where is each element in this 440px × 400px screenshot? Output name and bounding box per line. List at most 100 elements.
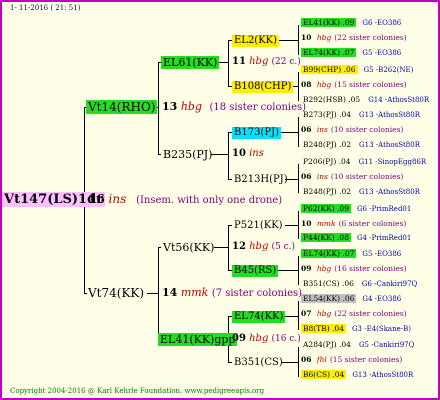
right-row-label[interactable]: B248(PJ) .02	[301, 187, 353, 196]
right-row-label[interactable]: EL74(KK) .07	[301, 249, 357, 258]
right-row-num: 06	[301, 125, 312, 134]
connector-g3-0-bracket	[228, 40, 229, 86]
g3-2-sis: (5 c.)	[271, 242, 296, 252]
right-row-sis: (16 sister colonies)	[334, 264, 407, 273]
queen-g4-2-label[interactable]: B173(PJ)	[232, 127, 281, 139]
print-date: 1- 11-2016 ( 21: 51)	[10, 4, 81, 12]
right-row-label[interactable]: EL41(KK) .09	[301, 18, 357, 27]
queen-g3-0-label[interactable]: EL61(KK)	[161, 56, 220, 69]
queen-g4-5-label[interactable]: B45(RS)	[232, 265, 279, 277]
right-row-ref: G4 -EO386	[362, 295, 402, 303]
root-yr: ins	[108, 192, 127, 206]
connector-g4-2-bracket	[298, 117, 299, 147]
right-row-label[interactable]: B292(HSB) .05	[301, 95, 362, 104]
queen-g4-6-label[interactable]: EL74(KK)	[232, 311, 286, 323]
queen-g3-3-label[interactable]: EL41(KK)gpp	[158, 333, 238, 346]
connector-g4-5-join	[277, 270, 298, 271]
right-row-num: 06	[301, 172, 312, 181]
right-row-yr: fhl	[314, 355, 327, 364]
sire-sis: (18 sister colonies)	[209, 102, 307, 113]
right-row-ref: G6 -Cankiri97Q	[361, 280, 418, 288]
right-row-22: 06 fhl (15 sister colonies)	[301, 356, 402, 364]
right-row-label[interactable]: B248(PJ) .02	[301, 140, 353, 149]
right-row-ref: G13 -AthosSt80R	[359, 111, 420, 119]
connector-g4-6-join	[285, 316, 298, 317]
queen-g3-2-label[interactable]: Vt56(KK)	[161, 241, 216, 254]
sire-yr: hbg	[180, 100, 202, 113]
queen-g4-7-label[interactable]: B351(CS)	[232, 357, 285, 369]
right-row-16: 09 hbg (16 sister colonies)	[301, 265, 407, 273]
queen-g3-1-label[interactable]: B235(PJ)	[161, 148, 214, 161]
right-row-yr: hbg	[314, 80, 332, 89]
right-row-label[interactable]: P62(KK) .09	[301, 204, 351, 213]
queen-g4-4-label[interactable]: P521(KK)	[232, 220, 285, 232]
right-row-ref: G13 -AthosSt80R	[359, 141, 420, 149]
right-row-ref: G6 -EO386	[362, 19, 402, 27]
g3-0-num: 11	[232, 56, 246, 67]
queen-g3-1-info: 10 ins	[232, 149, 264, 159]
right-row-sis: (22 sister colonies)	[334, 33, 407, 42]
right-row-num: 06	[301, 355, 312, 364]
right-row-label[interactable]: P206(PJ) .04	[301, 157, 353, 166]
right-row-label[interactable]: B273(PJ) .04	[301, 110, 353, 119]
right-row-label[interactable]: A284(PJ) .04	[301, 340, 353, 349]
connector-g4-1-bracket	[298, 72, 299, 101]
right-row-yr: ins	[314, 125, 328, 134]
connector-g4-3-bracket	[298, 164, 299, 193]
right-row-yr: mmk	[314, 219, 336, 228]
right-row-label[interactable]: B6(CS) .04	[301, 370, 347, 379]
right-row-label[interactable]: B8(TB) .04	[301, 324, 346, 333]
right-row-6: B273(PJ) .04 G13 -AthosSt80R	[301, 111, 420, 119]
right-row-ref: G13 -AthosSt80R	[352, 371, 414, 379]
right-row-sis: (10 sister colonies)	[330, 172, 404, 181]
right-row-label[interactable]: B99(CHP) .06	[301, 65, 358, 74]
right-row-15: EL74(KK) .07 G5 -EO386	[301, 249, 402, 258]
right-row-13: 10 mmk (6 sister colonies)	[301, 220, 406, 228]
connector-g4-5-bracket	[298, 256, 299, 285]
queen-dam-label[interactable]: Vt74(KK)	[86, 286, 146, 300]
right-row-label[interactable]: EL74(KK) .07	[301, 48, 357, 57]
g3-3-num: 09	[232, 333, 246, 344]
right-row-4: 08 hbg (15 sister colonies)	[301, 81, 407, 89]
queen-g4-0-label[interactable]: EL2(KK)	[232, 35, 280, 47]
g3-0-sis: (22 c.)	[271, 57, 301, 67]
right-row-sis: (6 sister colonies)	[338, 219, 407, 228]
g3-0-yr: hbg	[249, 56, 269, 67]
queen-sire-label[interactable]: Vt14(RHO)	[86, 100, 158, 114]
right-row-1: 10 hbg (22 sister colonies)	[301, 34, 407, 42]
right-row-8: B248(PJ) .02 G13 -AthosSt80R	[301, 141, 420, 149]
right-row-ref: G3 -E4(Skane-B)	[351, 325, 412, 333]
connector-dam-stub	[147, 293, 158, 294]
g3-2-num: 12	[232, 241, 246, 252]
queen-g4-3-label[interactable]: B213H(PJ)	[232, 174, 290, 186]
right-row-label[interactable]: B351(CS) .06	[301, 279, 356, 288]
right-row-sis: (10 sister colonies)	[330, 125, 404, 134]
right-row-14: P44(KK) .08 G4 -PrimRed01	[301, 233, 412, 242]
right-row-21: A284(PJ) .04 G5 -Cankiri97Q	[301, 341, 414, 349]
g3-2-yr: hbg	[249, 241, 269, 252]
right-row-ref: G4 -PrimRed01	[356, 234, 412, 242]
queen-dam-info: 14 mmk (7 sister colonies)	[162, 287, 302, 299]
g3-1-num: 10	[232, 148, 246, 159]
right-row-0: EL41(KK) .09 G6 -EO386	[301, 18, 402, 27]
root-num: 16	[88, 192, 105, 206]
right-row-ref: G14 -AthosSt80R	[368, 96, 430, 104]
connector-g4-0-bracket	[298, 25, 299, 55]
right-row-label[interactable]: P44(KK) .08	[301, 233, 351, 242]
right-row-label[interactable]: EL54(KK) .06	[301, 294, 357, 303]
right-row-yr: hbg	[314, 309, 332, 318]
right-row-9: P206(PJ) .04 G11 -SinopEgg86R	[301, 158, 426, 166]
right-row-11: B248(PJ) .02 G13 -AthosSt80R	[301, 188, 420, 196]
queen-g3-2-info: 12 hbg (5 c.)	[232, 242, 295, 252]
right-row-sis: (22 sister colonies)	[334, 309, 407, 318]
right-row-ref: G5 -EO386	[362, 250, 402, 258]
right-row-ref: G6 -PrimRed01	[356, 205, 412, 213]
right-row-17: B351(CS) .06 G6 -Cankiri97Q	[301, 280, 417, 288]
right-row-ref: G11 -SinopEgg86R	[358, 158, 427, 166]
queen-root-info: 16 ins (Insem. with only one drone)	[88, 193, 282, 206]
connector-g4-2-join	[280, 132, 298, 133]
queen-g4-1-label[interactable]: B108(CHP)	[232, 81, 294, 93]
g3-3-sis: (16 c.)	[271, 334, 301, 344]
right-row-20: B8(TB) .04 G3 -E4(Skane-B)	[301, 324, 412, 333]
connector-g4-0-join	[278, 40, 298, 41]
